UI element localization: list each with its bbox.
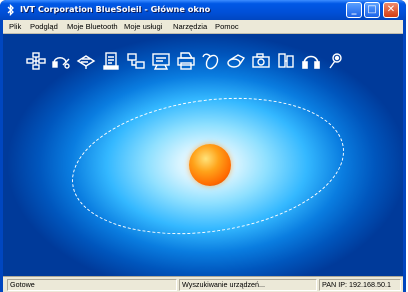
menu-my-services[interactable]: Moje usługi: [124, 22, 162, 31]
status-bar: Gotowe Wyszukiwanie urządzeń... PAN IP: …: [3, 276, 403, 292]
serial-port-icon[interactable]: [150, 50, 172, 72]
menu-tools[interactable]: Narzędzia: [173, 22, 207, 31]
bluetooth-icon: [7, 4, 14, 16]
title-bar[interactable]: IVT Corporation BlueSoleil - Główne okno…: [0, 0, 406, 20]
close-button[interactable]: ✕: [383, 2, 399, 18]
network-icon[interactable]: [25, 50, 47, 72]
main-window: IVT Corporation BlueSoleil - Główne okno…: [0, 0, 406, 292]
window-title: IVT Corporation BlueSoleil - Główne okno: [20, 4, 211, 14]
camera-icon[interactable]: [250, 50, 272, 72]
menu-file[interactable]: Plik: [9, 22, 21, 31]
sync-icon[interactable]: [325, 50, 347, 72]
status-pan-ip: PAN IP: 192.168.50.1: [319, 279, 401, 291]
menu-my-bluetooth[interactable]: Moje Bluetooth: [67, 22, 118, 31]
pan-icon[interactable]: [275, 50, 297, 72]
headset-audio-icon[interactable]: [50, 50, 72, 72]
file-transfer-icon[interactable]: [100, 50, 122, 72]
status-ready: Gotowe: [7, 279, 177, 291]
window-frame-right: [403, 20, 406, 292]
dialup-icon[interactable]: [225, 50, 247, 72]
maximize-button[interactable]: □: [364, 2, 380, 18]
menu-bar: Plik Podgląd Moje Bluetooth Moje usługi …: [3, 20, 403, 34]
network-access-icon[interactable]: [125, 50, 147, 72]
fax-icon[interactable]: [75, 50, 97, 72]
menu-view[interactable]: Podgląd: [30, 22, 58, 31]
menu-help[interactable]: Pomoc: [215, 22, 239, 31]
minimize-button[interactable]: _: [346, 2, 362, 18]
hid-mouse-icon[interactable]: [200, 50, 222, 72]
printer-icon[interactable]: [175, 50, 197, 72]
local-device-orb[interactable]: [189, 144, 231, 186]
status-searching: Wyszukiwanie urządzeń...: [179, 279, 317, 291]
device-view[interactable]: [3, 34, 403, 276]
headphones-icon[interactable]: [300, 50, 322, 72]
service-toolbar: [21, 50, 361, 76]
